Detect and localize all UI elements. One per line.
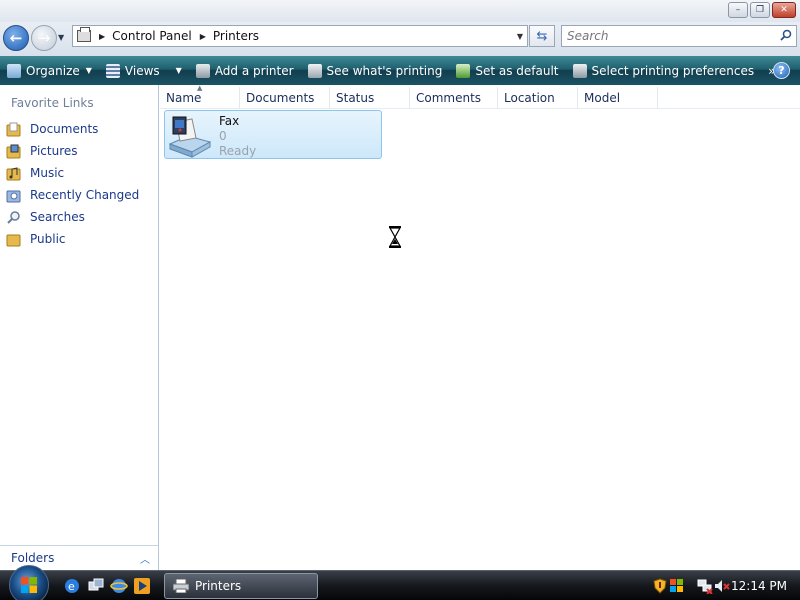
navigation-pane: Favorite Links Documents Pictures Music … <box>0 85 159 570</box>
command-toolbar: Organize ▼ Views ▼ Add a printer See wha… <box>0 56 800 85</box>
close-button[interactable]: ✕ <box>772 2 796 18</box>
printer-preferences-icon <box>572 63 587 78</box>
file-list-pane: ▲ Name Documents Status Comments Locatio… <box>160 84 800 570</box>
organize-icon <box>7 63 21 78</box>
add-printer-icon <box>195 63 210 78</box>
svg-text:e: e <box>68 580 75 593</box>
window-controls: – ❐ ✕ <box>728 2 796 18</box>
print-queue-icon <box>307 63 322 78</box>
organize-button[interactable]: Organize ▼ <box>0 56 99 85</box>
start-button[interactable] <box>9 565 49 600</box>
switch-windows-icon[interactable] <box>87 577 105 595</box>
notification-area: 12:14 PM <box>646 571 800 600</box>
search-icon[interactable] <box>780 29 792 41</box>
search-input[interactable] <box>562 26 762 46</box>
views-icon <box>105 63 120 78</box>
windows-logo-icon <box>21 577 37 593</box>
recent-pages-dropdown[interactable]: ▼ <box>58 33 64 42</box>
search-box[interactable] <box>561 25 797 47</box>
windows-update-icon[interactable] <box>669 578 685 594</box>
sort-ascending-icon: ▲ <box>197 84 203 92</box>
arrow-right-icon: → <box>37 29 51 47</box>
forward-button[interactable]: → <box>31 25 57 51</box>
breadcrumb-control-panel[interactable]: Control Panel <box>112 29 192 43</box>
see-whats-printing-button[interactable]: See what's printing <box>301 56 450 85</box>
sidebar-item-pictures[interactable]: Pictures <box>0 140 158 162</box>
music-folder-icon <box>6 166 21 180</box>
refresh-icon: ⇆ <box>536 28 548 44</box>
address-row: ← → ▼ ▶ Control Panel ▶ Printers ▼ ⇆ <box>0 22 800 56</box>
pictures-folder-icon <box>6 144 21 158</box>
breadcrumb-separator-icon[interactable]: ▶ <box>99 32 105 41</box>
sidebar-item-searches[interactable]: Searches <box>0 206 158 228</box>
sidebar-item-public[interactable]: Public <box>0 228 158 250</box>
column-header-location[interactable]: Location <box>498 87 578 109</box>
chevron-up-icon: ︿ <box>140 554 150 566</box>
arrow-left-icon: ← <box>9 29 23 47</box>
help-icon: ? <box>778 64 785 77</box>
column-header-documents[interactable]: Documents <box>240 87 330 109</box>
recently-changed-folder-icon <box>6 190 21 202</box>
back-button[interactable]: ← <box>3 25 29 51</box>
address-bar[interactable]: ▶ Control Panel ▶ Printers ▼ <box>72 25 528 47</box>
hourglass-cursor-icon <box>388 226 402 248</box>
column-headers: ▲ Name Documents Status Comments Locatio… <box>160 84 800 109</box>
printer-name: Fax <box>219 114 240 128</box>
help-button[interactable]: ? <box>773 62 790 79</box>
column-header-name[interactable]: ▲ Name <box>160 84 240 109</box>
printer-item-fax[interactable]: Fax 0 Ready <box>164 110 382 159</box>
taskbar-window-printers[interactable]: Printers <box>164 573 318 599</box>
refresh-button[interactable]: ⇆ <box>529 25 555 47</box>
title-bar: – ❐ ✕ <box>0 0 800 22</box>
security-shield-icon[interactable] <box>652 578 668 594</box>
browser-quicklaunch-icon[interactable] <box>110 577 128 595</box>
sidebar-item-documents[interactable]: Documents <box>0 118 158 140</box>
media-player-icon[interactable] <box>133 577 151 595</box>
network-icon[interactable] <box>697 578 713 594</box>
column-header-model[interactable]: Model <box>578 87 658 109</box>
favorite-links-heading: Favorite Links <box>11 96 94 110</box>
printer-status: Ready <box>219 144 257 158</box>
printer-icon <box>173 579 189 593</box>
chevron-down-icon: ▼ <box>175 66 182 75</box>
sidebar-item-music[interactable]: Music <box>0 162 158 184</box>
breadcrumb-printers[interactable]: Printers <box>213 29 259 43</box>
add-printer-button[interactable]: Add a printer <box>189 56 301 85</box>
maximize-button[interactable]: ❐ <box>750 2 770 18</box>
printer-document-count: 0 <box>219 129 227 143</box>
favorite-links-list: Documents Pictures Music Recently Change… <box>0 118 158 250</box>
volume-muted-icon[interactable] <box>714 578 730 594</box>
printing-preferences-button[interactable]: Select printing preferences <box>566 56 762 85</box>
documents-folder-icon <box>6 122 21 136</box>
chevron-down-icon: ▼ <box>85 66 92 75</box>
sidebar-item-recently-changed[interactable]: Recently Changed <box>0 184 158 206</box>
internet-explorer-quicklaunch-icon[interactable]: e <box>63 577 81 595</box>
default-printer-icon <box>456 63 471 78</box>
breadcrumb-separator-icon[interactable]: ▶ <box>200 32 206 41</box>
column-header-comments[interactable]: Comments <box>410 87 498 109</box>
address-dropdown-icon[interactable]: ▼ <box>517 32 523 41</box>
views-button[interactable]: Views ▼ <box>99 56 189 85</box>
set-as-default-button[interactable]: Set as default <box>449 56 565 85</box>
public-folder-icon <box>6 234 21 246</box>
taskbar-clock[interactable]: 12:14 PM <box>731 579 787 593</box>
minimize-button[interactable]: – <box>728 2 748 18</box>
printer-icon <box>77 27 91 42</box>
fax-printer-icon <box>168 116 212 158</box>
column-header-status[interactable]: Status <box>330 87 410 109</box>
searches-icon <box>7 210 20 224</box>
taskbar: e Printers 12:14 PM <box>0 565 800 600</box>
